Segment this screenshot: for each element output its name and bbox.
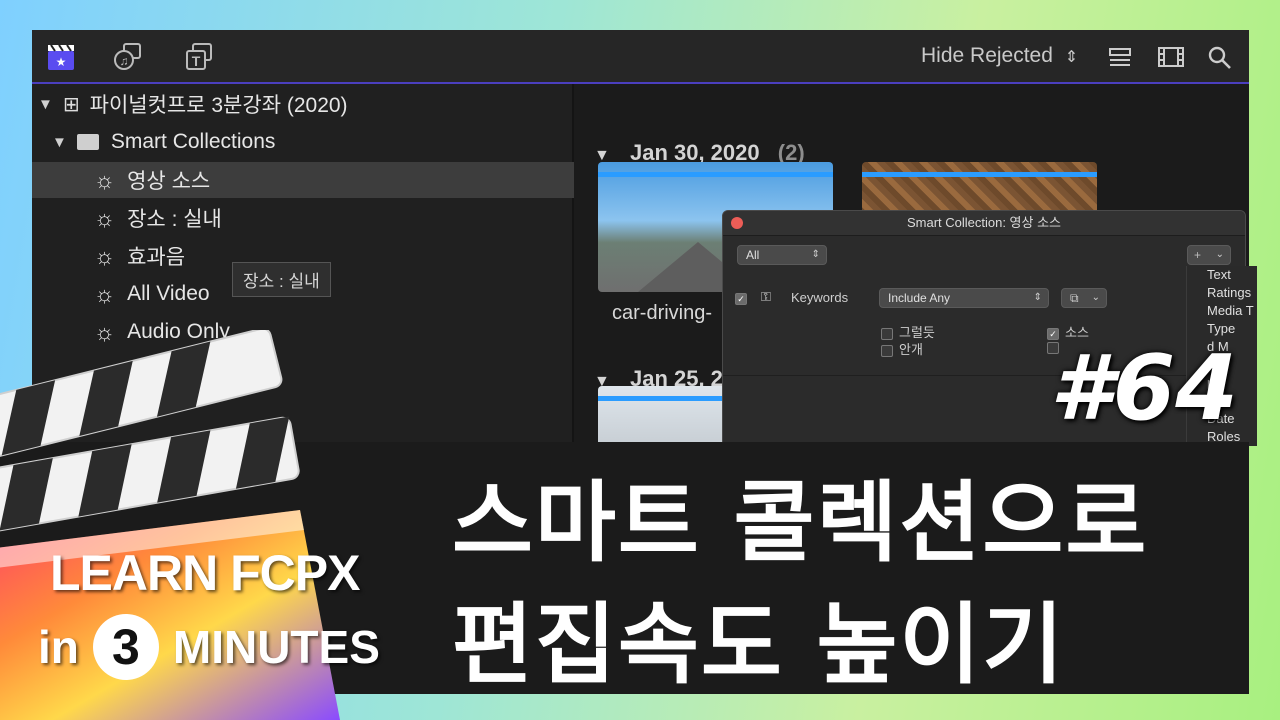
checkbox[interactable]: [881, 344, 893, 357]
clapper-icon[interactable]: ★: [46, 42, 76, 72]
sidebar-item-location-indoor[interactable]: ☼ 장소 : 실내: [32, 200, 634, 236]
rule-label: Keywords: [791, 290, 849, 305]
menu-item-ratings[interactable]: Ratings: [1187, 284, 1257, 302]
rule-operator-value: Include Any: [888, 291, 951, 305]
keyword-icon: ⧉: [1070, 291, 1079, 305]
sidebar-item-all-video[interactable]: ☼ All Video: [32, 276, 634, 312]
sidebar-item-label: All Video: [127, 282, 210, 305]
clip-name: car-driving-: [612, 302, 713, 324]
close-button[interactable]: [731, 217, 743, 229]
disclosure-triangle-icon[interactable]: ▼: [52, 134, 67, 151]
tooltip: 장소 : 실내: [232, 262, 331, 297]
titles-icon[interactable]: T: [184, 42, 214, 72]
match-select[interactable]: All ⇕: [737, 245, 827, 265]
list-view-icon[interactable]: [1108, 46, 1138, 76]
series-number-badge: 3: [92, 614, 159, 680]
rule-enabled-checkbox[interactable]: ✓: [735, 290, 753, 305]
smart-collection-icon: ☼: [94, 280, 116, 307]
series-minutes-text: MINUTES: [172, 621, 380, 673]
series-in-text: in: [38, 621, 79, 673]
smart-collection-icon: ☼: [94, 204, 116, 231]
headline-line-2: 편집속도 높이기: [452, 593, 1066, 696]
key-icon: ⚿: [761, 289, 771, 304]
series-subtitle: in 3 MINUTES: [38, 614, 380, 680]
smart-collections-folder[interactable]: ▼ Smart Collections: [32, 124, 592, 160]
match-value: All: [746, 248, 760, 262]
filmstrip-icon[interactable]: [1158, 46, 1188, 76]
sidebar-item-label: 장소 : 실내: [127, 208, 222, 231]
hide-rejected-filter[interactable]: Hide Rejected ⇕: [921, 44, 1078, 68]
checkbox[interactable]: ✓: [735, 292, 747, 305]
keyword-label: 그럴듯: [899, 325, 935, 340]
svg-text:♫: ♫: [120, 54, 129, 68]
chevron-down-icon: ⌄: [1091, 292, 1100, 303]
smart-collection-icon: ☼: [94, 166, 116, 193]
search-icon[interactable]: [1208, 46, 1238, 76]
headline-line-1: 스마트 콜렉션으로: [452, 471, 1149, 574]
smart-collection-icon: ☼: [94, 242, 116, 269]
sidebar-item-label: 영상 소스: [127, 170, 211, 193]
folder-icon: [76, 134, 99, 150]
sidebar-item-sound-effects[interactable]: ☼ 효과음: [32, 238, 634, 274]
rule-operator-select[interactable]: Include Any ⇕: [879, 288, 1049, 308]
episode-number: #64: [1050, 336, 1238, 441]
dialog-title: Smart Collection: 영상 소스: [723, 211, 1245, 236]
checkbox[interactable]: [881, 327, 893, 340]
browser-toolbar: ★ ♫ T Hide Rejected ⇕: [32, 30, 1249, 84]
chevron-down-icon: ⌄: [1215, 249, 1224, 260]
svg-text:T: T: [192, 53, 201, 69]
updown-chevron-icon: ⇕: [1033, 292, 1042, 303]
plus-icon: +: [1194, 248, 1202, 262]
menu-item-media-type[interactable]: Media T: [1187, 302, 1257, 320]
sidebar-item-label: 효과음: [127, 246, 186, 269]
library-row[interactable]: ▼ ⊞ 파이널컷프로 3분강좌 (2020): [32, 86, 578, 122]
keyword-option[interactable]: 안개: [881, 339, 923, 358]
sidebar-item-video-source[interactable]: ☼ 영상 소스: [32, 162, 634, 198]
series-title: LEARN FCPX: [50, 545, 360, 601]
keyword-bar: [862, 172, 1097, 177]
folder-label: Smart Collections: [110, 130, 276, 153]
menu-item-text[interactable]: Text: [1187, 266, 1257, 284]
library-icon: ⊞: [62, 93, 80, 116]
library-name: 파이널컷프로 3분강좌 (2020): [89, 94, 348, 117]
keyword-bar: [598, 172, 833, 177]
keyword-label: 안개: [899, 342, 923, 357]
keyword-menu-button[interactable]: ⧉ ⌄: [1061, 288, 1107, 308]
music-photos-icon[interactable]: ♫: [114, 42, 144, 72]
add-rule-button[interactable]: + ⌄: [1187, 245, 1231, 265]
filter-label: Hide Rejected: [921, 44, 1053, 67]
svg-text:★: ★: [56, 55, 67, 69]
updown-chevron-icon: ⇕: [1064, 49, 1079, 66]
disclosure-triangle-icon[interactable]: ▼: [38, 96, 53, 113]
updown-chevron-icon: ⇕: [811, 249, 820, 260]
